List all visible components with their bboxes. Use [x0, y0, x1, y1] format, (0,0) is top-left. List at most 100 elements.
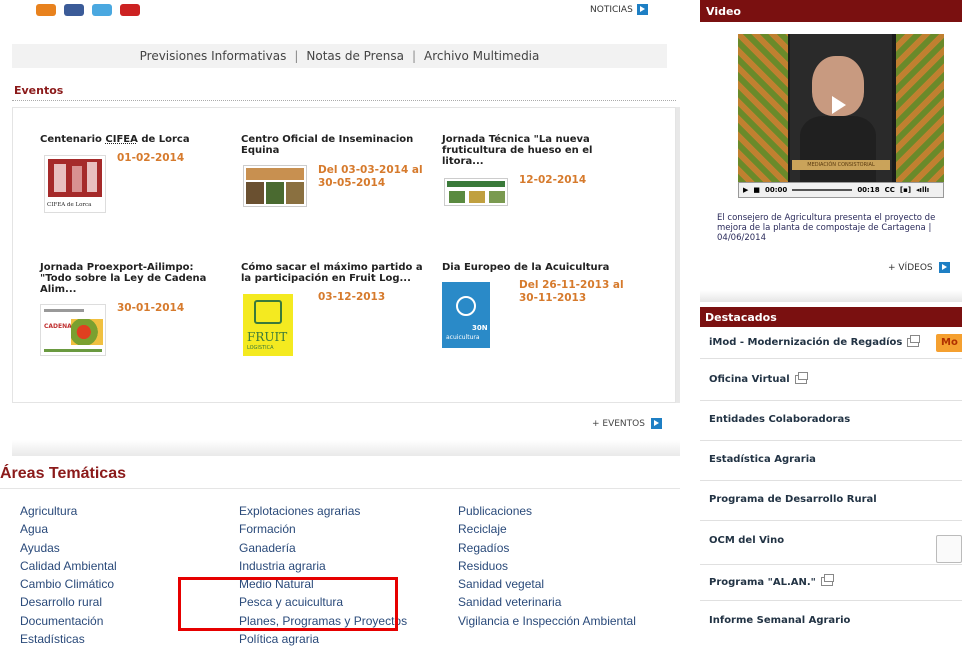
areas-title: Áreas Temáticas — [0, 465, 126, 482]
areas-column-3: Publicaciones Reciclaje Regadíos Residuo… — [458, 502, 636, 630]
area-link[interactable]: Estadísticas — [20, 630, 117, 648]
video-caption[interactable]: El consejero de Agricultura presenta el … — [717, 213, 962, 243]
more-videos-label: + VÍDEOS — [888, 262, 933, 273]
destacado-label: OCM del Vino — [709, 535, 785, 546]
event-thumbnail[interactable]: CADENA — [40, 304, 106, 356]
destacados-header: Destacados — [700, 307, 962, 327]
event-date: 12-02-2014 — [519, 174, 587, 186]
event-title[interactable]: Centenario CIFEA de Lorca — [40, 134, 235, 145]
destacado-oficina[interactable]: Oficina Virtual — [700, 359, 962, 401]
event-date: Del 03-03-2014 al 30-05-2014 — [318, 164, 423, 189]
stop-icon[interactable]: ■ — [753, 186, 760, 194]
rss-icon[interactable] — [36, 4, 56, 16]
area-link[interactable]: Agricultura — [20, 502, 117, 520]
volume-icon[interactable]: ◂ıllı — [916, 186, 929, 194]
divider — [12, 100, 676, 101]
nav-notas[interactable]: Notas de Prensa — [306, 49, 404, 63]
area-link[interactable]: Residuos — [458, 557, 636, 575]
event-item[interactable]: Jornada Proexport-Ailimpo: "Todo sobre l… — [40, 262, 220, 356]
destacado-ocm[interactable]: OCM del Vino — [700, 521, 962, 565]
area-link[interactable]: Sanidad veterinaria — [458, 593, 636, 611]
area-link[interactable]: Ayudas — [20, 539, 117, 557]
play-icon[interactable]: ▶ — [743, 186, 748, 194]
event-date: 30-01-2014 — [117, 302, 185, 314]
area-link[interactable]: Desarrollo rural — [20, 593, 117, 611]
event-title[interactable]: Cómo sacar el máximo partido a la partic… — [241, 262, 436, 284]
video-player[interactable]: MEDIACIÓN CONSISTORIAL — [738, 34, 944, 182]
event-item[interactable]: Dia Europeo de la Acuicultura Del 26-11-… — [442, 262, 632, 348]
video-controls: ▶ ■ 00:00 00:18 CC [▪] ◂ıllı — [738, 182, 944, 198]
event-title[interactable]: Dia Europeo de la Acuicultura — [442, 262, 632, 273]
event-item[interactable]: Centro Oficial de Inseminacion Equina De… — [241, 134, 436, 207]
more-noticias-label: NOTICIAS — [590, 4, 633, 15]
eventos-title: Eventos — [14, 84, 64, 97]
thumb-caption: CIFEA de Lorca — [47, 202, 92, 208]
arrow-icon — [636, 4, 648, 15]
area-link[interactable]: Sanidad vegetal — [458, 575, 636, 593]
area-link[interactable]: Industria agraria — [239, 557, 407, 575]
destacado-alan[interactable]: Programa "AL.AN." — [700, 565, 962, 601]
area-link[interactable]: Calidad Ambiental — [20, 557, 117, 575]
area-link[interactable]: Vigilancia e Inspección Ambiental — [458, 612, 636, 630]
event-title[interactable]: Centro Oficial de Inseminacion Equina — [241, 134, 436, 156]
youtube-icon[interactable] — [120, 4, 140, 16]
thumb-text: acuicultura — [446, 334, 480, 341]
event-item[interactable]: Jornada Técnica "La nueva fruticultura d… — [442, 134, 612, 206]
event-title[interactable]: Jornada Proexport-Ailimpo: "Todo sobre l… — [40, 262, 220, 295]
ocm-thumbnail — [936, 535, 962, 563]
area-link[interactable]: Documentación — [20, 612, 117, 630]
destacado-entidades[interactable]: Entidades Colaboradoras — [700, 401, 962, 441]
more-noticias-link[interactable]: NOTICIAS — [590, 4, 648, 15]
event-thumbnail[interactable] — [243, 165, 307, 207]
arrow-icon — [938, 262, 950, 273]
play-icon[interactable] — [832, 96, 846, 114]
destacado-estadistica[interactable]: Estadística Agraria — [700, 441, 962, 481]
area-link[interactable]: Ganadería — [239, 539, 407, 557]
nav-previsiones[interactable]: Previsiones Informativas — [140, 49, 287, 63]
area-link[interactable]: Política agraria — [239, 630, 407, 648]
progress-bar[interactable] — [792, 189, 853, 191]
fullscreen-icon[interactable]: [▪] — [900, 186, 911, 194]
destacado-label: Programa "AL.AN." — [709, 577, 816, 588]
time-current: 00:00 — [765, 186, 788, 194]
area-link[interactable]: Publicaciones — [458, 502, 636, 520]
area-link[interactable]: Cambio Climático — [20, 575, 117, 593]
destacados-title: Destacados — [705, 311, 777, 324]
destacado-informe[interactable]: Informe Semanal Agrario — [700, 601, 962, 643]
area-link[interactable]: Explotaciones agrarias — [239, 502, 407, 520]
cc-button[interactable]: CC — [885, 186, 895, 194]
twitter-icon[interactable] — [92, 4, 112, 16]
nav-sep: | — [411, 49, 416, 63]
area-link[interactable]: Agua — [20, 520, 117, 538]
area-link[interactable]: Regadíos — [458, 539, 636, 557]
facebook-icon[interactable] — [64, 4, 84, 16]
external-link-icon — [820, 574, 834, 586]
time-total: 00:18 — [857, 186, 880, 194]
thumb-text: 30N — [472, 324, 488, 332]
more-eventos-link[interactable]: + EVENTOS — [592, 418, 662, 429]
thumb-text: LOGISTICA — [247, 345, 274, 351]
event-item[interactable]: Centenario CIFEA de Lorca 01-02-2014 CIF… — [40, 134, 235, 213]
more-videos-link[interactable]: + VÍDEOS — [888, 262, 950, 273]
nav-archivo[interactable]: Archivo Multimedia — [424, 49, 539, 63]
arrow-icon — [650, 418, 662, 429]
nav-sep: | — [294, 49, 299, 63]
destacado-label: Entidades Colaboradoras — [709, 414, 851, 425]
destacado-label: Oficina Virtual — [709, 374, 790, 385]
more-eventos-label: + EVENTOS — [592, 418, 645, 429]
destacado-imod[interactable]: iMod - Modernización de Regadíos Mo — [700, 327, 962, 359]
event-thumbnail[interactable]: 30N acuicultura — [442, 282, 490, 348]
external-link-icon — [794, 372, 808, 384]
event-title[interactable]: Jornada Técnica "La nueva fruticultura d… — [442, 134, 612, 167]
video-header-title: Video — [706, 5, 741, 18]
highlight-box — [178, 577, 398, 631]
destacado-label: Programa de Desarrollo Rural — [709, 494, 877, 505]
event-thumbnail[interactable]: FRUIT LOGISTICA — [243, 294, 293, 356]
event-item[interactable]: Cómo sacar el máximo partido a la partic… — [241, 262, 436, 356]
area-link[interactable]: Formación — [239, 520, 407, 538]
news-navbar: Previsiones Informativas | Notas de Pren… — [12, 44, 667, 68]
event-thumbnail[interactable]: CIFEA de Lorca — [44, 155, 106, 213]
destacado-pdr[interactable]: Programa de Desarrollo Rural — [700, 481, 962, 521]
area-link[interactable]: Reciclaje — [458, 520, 636, 538]
event-thumbnail[interactable] — [444, 178, 508, 206]
